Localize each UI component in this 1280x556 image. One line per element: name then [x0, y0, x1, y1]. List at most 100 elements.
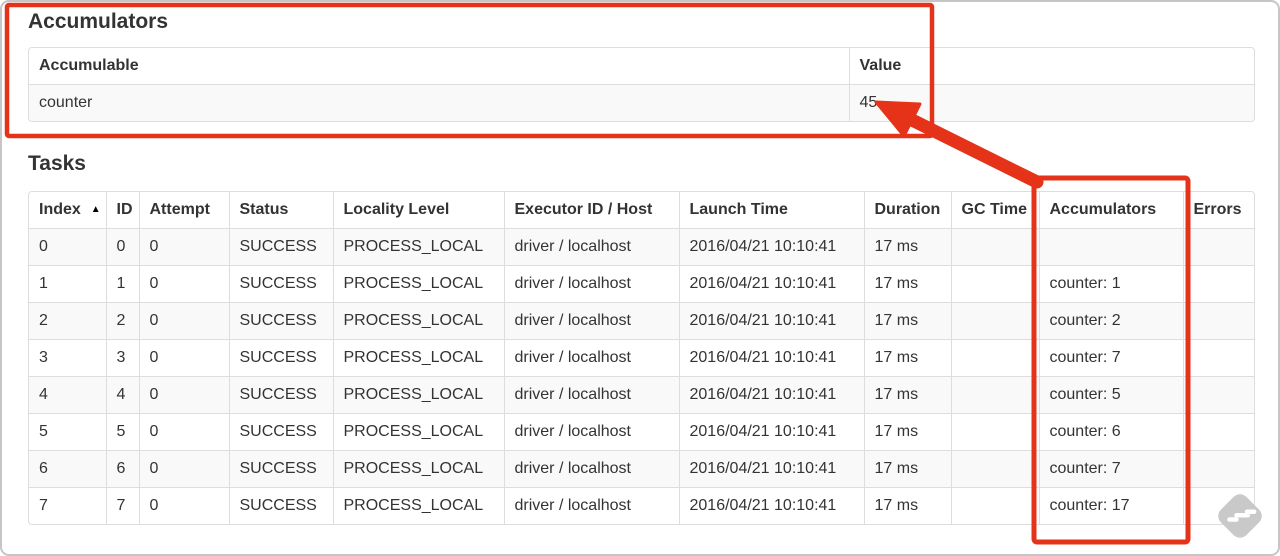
- cell-executor: driver / localhost: [503, 450, 679, 488]
- table-row: 7 7 0 SUCCESS PROCESS_LOCAL driver / localhos…: [29, 487, 1254, 524]
- cell-executor: driver / localhost: [503, 413, 679, 451]
- cell-id: 0: [105, 228, 139, 266]
- cell-executor: driver / localhost: [503, 487, 679, 524]
- cell-attempt: 0: [138, 413, 229, 451]
- cell-accumulators: counter: 7: [1038, 450, 1183, 488]
- cell-launch: 2016/04/21 10:10:41: [678, 228, 864, 266]
- cell-errors: [1182, 228, 1254, 266]
- col-header-accumulable[interactable]: Accumulable: [29, 48, 849, 85]
- cell-index: 7: [29, 487, 106, 524]
- cell-errors: [1182, 487, 1254, 524]
- cell-accumulators: counter: 6: [1038, 413, 1183, 451]
- cell-status: SUCCESS: [228, 228, 333, 266]
- cell-status: SUCCESS: [228, 450, 333, 488]
- cell-launch: 2016/04/21 10:10:41: [678, 265, 864, 303]
- accumulators-heading: Accumulators: [28, 10, 169, 33]
- cell-executor: driver / localhost: [503, 339, 679, 377]
- table-row: 2 2 0 SUCCESS PROCESS_LOCAL driver / localhos…: [29, 302, 1254, 340]
- cell-accumulators: counter: 5: [1038, 376, 1183, 414]
- cell-status: SUCCESS: [228, 265, 333, 303]
- index-label: Index: [39, 201, 81, 218]
- cell-index: 3: [29, 339, 106, 377]
- col-header-status[interactable]: Status: [228, 192, 333, 229]
- cell-gc: [950, 339, 1039, 377]
- cell-gc: [950, 302, 1039, 340]
- table-row: 1 1 0 SUCCESS PROCESS_LOCAL driver / localhos…: [29, 265, 1254, 303]
- sort-ascending-icon: ▲: [90, 204, 101, 215]
- cell-index: 4: [29, 376, 106, 414]
- col-header-value[interactable]: Value: [848, 48, 1254, 85]
- tasks-tbody: 0 0 0 SUCCESS PROCESS_LOCAL driver / localhos…: [29, 228, 1254, 524]
- accumulators-header-row: Accumulable Value: [29, 48, 1254, 85]
- cell-launch: 2016/04/21 10:10:41: [678, 339, 864, 377]
- cell-launch: 2016/04/21 10:10:41: [678, 487, 864, 524]
- cell-launch: 2016/04/21 10:10:41: [678, 450, 864, 488]
- cell-duration: 17 ms: [863, 376, 951, 414]
- cell-gc: [950, 265, 1039, 303]
- cell-locality: PROCESS_LOCAL: [332, 376, 504, 414]
- cell-duration: 17 ms: [863, 302, 951, 340]
- cell-duration: 17 ms: [863, 265, 951, 303]
- spark-stage-page: Accumulators Accumulable Value counter 4…: [28, 10, 1255, 525]
- cell-status: SUCCESS: [228, 413, 333, 451]
- cell-locality: PROCESS_LOCAL: [332, 265, 504, 303]
- col-header-launch-time[interactable]: Launch Time: [678, 192, 864, 229]
- col-header-errors[interactable]: Errors: [1182, 192, 1254, 229]
- col-header-locality-level[interactable]: Locality Level: [332, 192, 504, 229]
- cell-accumulators: counter: 17: [1038, 487, 1183, 524]
- cell-gc: [950, 376, 1039, 414]
- col-header-index[interactable]: Index ▲: [29, 192, 106, 229]
- cell-errors: [1182, 413, 1254, 451]
- col-header-duration[interactable]: Duration: [863, 192, 951, 229]
- tasks-heading: Tasks: [28, 152, 86, 175]
- cell-locality: PROCESS_LOCAL: [332, 487, 504, 524]
- cell-attempt: 0: [138, 302, 229, 340]
- cell-gc: [950, 487, 1039, 524]
- cell-status: SUCCESS: [228, 376, 333, 414]
- cell-id: 3: [105, 339, 139, 377]
- table-row: 6 6 0 SUCCESS PROCESS_LOCAL driver / localhos…: [29, 450, 1254, 488]
- cell-duration: 17 ms: [863, 228, 951, 266]
- tasks-header-row: Index ▲ ID Attempt Status Locality Level …: [29, 192, 1254, 229]
- tasks-table: Index ▲ ID Attempt Status Locality Level …: [28, 191, 1255, 525]
- col-header-executor-id-host[interactable]: Executor ID / Host: [503, 192, 679, 229]
- cell-errors: [1182, 302, 1254, 340]
- cell-index: 5: [29, 413, 106, 451]
- cell-gc: [950, 228, 1039, 266]
- cell-status: SUCCESS: [228, 339, 333, 377]
- cell-executor: driver / localhost: [503, 376, 679, 414]
- cell-status: SUCCESS: [228, 302, 333, 340]
- cell-duration: 17 ms: [863, 487, 951, 524]
- table-row: 4 4 0 SUCCESS PROCESS_LOCAL driver / localhos…: [29, 376, 1254, 414]
- cell-accumulators: counter: 1: [1038, 265, 1183, 303]
- cell-errors: [1182, 265, 1254, 303]
- cell-duration: 17 ms: [863, 339, 951, 377]
- col-header-attempt[interactable]: Attempt: [138, 192, 229, 229]
- cell-attempt: 0: [138, 450, 229, 488]
- cell-index: 0: [29, 228, 106, 266]
- col-header-id[interactable]: ID: [105, 192, 139, 229]
- cell-value: 45: [848, 84, 1254, 121]
- cell-locality: PROCESS_LOCAL: [332, 413, 504, 451]
- cell-id: 2: [105, 302, 139, 340]
- col-header-gc-time[interactable]: GC Time: [950, 192, 1039, 229]
- cell-launch: 2016/04/21 10:10:41: [678, 302, 864, 340]
- cell-status: SUCCESS: [228, 487, 333, 524]
- cell-id: 1: [105, 265, 139, 303]
- cell-duration: 17 ms: [863, 413, 951, 451]
- cell-accumulators: counter: 2: [1038, 302, 1183, 340]
- cell-accumulable: counter: [29, 84, 849, 121]
- cell-launch: 2016/04/21 10:10:41: [678, 376, 864, 414]
- cell-locality: PROCESS_LOCAL: [332, 450, 504, 488]
- cell-gc: [950, 413, 1039, 451]
- cell-attempt: 0: [138, 265, 229, 303]
- cell-accumulators: [1038, 228, 1183, 266]
- cell-locality: PROCESS_LOCAL: [332, 339, 504, 377]
- col-header-accumulators[interactable]: Accumulators: [1038, 192, 1183, 229]
- cell-attempt: 0: [138, 376, 229, 414]
- cell-id: 4: [105, 376, 139, 414]
- cell-gc: [950, 450, 1039, 488]
- accumulators-table: Accumulable Value counter 45: [28, 47, 1255, 122]
- cell-errors: [1182, 339, 1254, 377]
- cell-executor: driver / localhost: [503, 265, 679, 303]
